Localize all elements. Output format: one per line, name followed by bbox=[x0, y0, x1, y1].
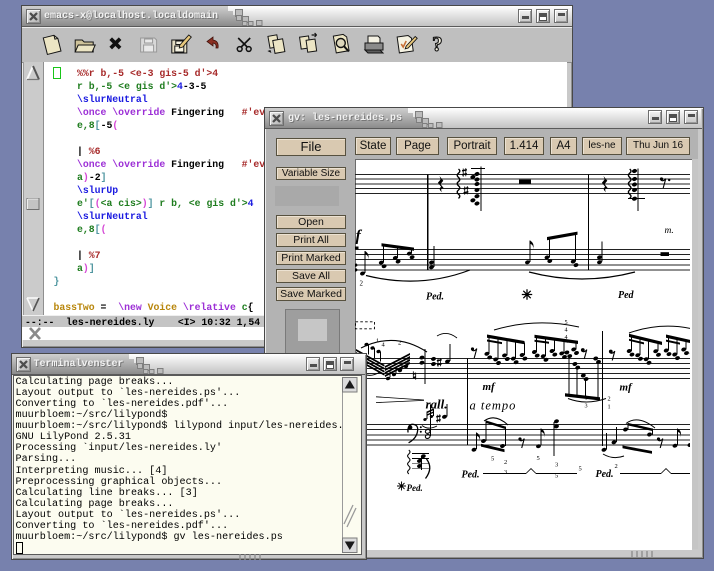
svg-text:4: 4 bbox=[382, 342, 386, 349]
svg-text:mf: mf bbox=[483, 381, 497, 393]
svg-text:Ped.: Ped. bbox=[426, 292, 444, 303]
svg-text:Ped: Ped bbox=[618, 290, 635, 301]
svg-text:3: 3 bbox=[504, 469, 507, 476]
svg-text:5: 5 bbox=[537, 455, 540, 462]
svg-text:Ped.: Ped. bbox=[462, 470, 480, 481]
svg-text:m.: m. bbox=[665, 226, 674, 236]
svg-text:2: 2 bbox=[608, 396, 611, 403]
svg-text:?: ? bbox=[432, 32, 443, 56]
svg-text:mf: mf bbox=[620, 382, 634, 394]
svg-text:1: 1 bbox=[376, 338, 379, 345]
svg-text:a tempo: a tempo bbox=[470, 399, 517, 413]
svg-text:Ped.: Ped. bbox=[596, 469, 614, 480]
svg-text:2: 2 bbox=[504, 459, 507, 466]
svg-text:3: 3 bbox=[555, 462, 558, 469]
svg-text:1: 1 bbox=[608, 404, 611, 411]
svg-text:3: 3 bbox=[585, 403, 588, 410]
svg-text:2: 2 bbox=[615, 463, 618, 470]
svg-text:5: 5 bbox=[491, 456, 494, 463]
svg-text:5: 5 bbox=[579, 466, 582, 473]
svg-text:Ped.: Ped. bbox=[407, 483, 423, 493]
svg-text:2: 2 bbox=[360, 280, 364, 288]
svg-text:1: 1 bbox=[585, 395, 588, 402]
svg-text:4: 4 bbox=[565, 327, 568, 334]
svg-text:f: f bbox=[356, 228, 363, 245]
svg-text:rall.: rall. bbox=[426, 397, 448, 412]
